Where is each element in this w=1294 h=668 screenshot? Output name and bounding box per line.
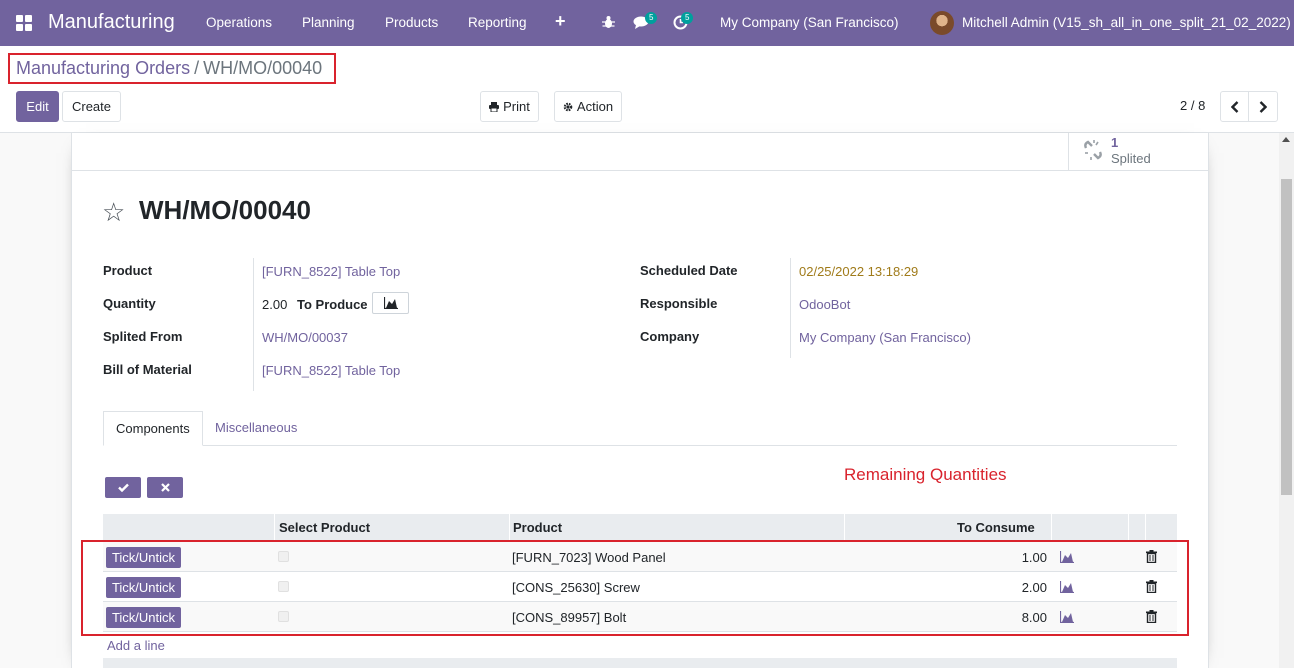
bom-label: Bill of Material	[103, 362, 192, 377]
activities-badge: 5	[681, 12, 694, 24]
header-separator	[1145, 514, 1146, 541]
company-label: Company	[640, 329, 700, 344]
splited-from-label: Splited From	[103, 329, 183, 344]
priority-star-icon[interactable]: ☆	[102, 197, 125, 228]
gear-icon	[563, 102, 573, 111]
product-label: Product	[103, 263, 153, 278]
scrollbar-thumb[interactable]	[1281, 179, 1292, 495]
header-separator	[1128, 514, 1129, 541]
menu-reporting[interactable]: Reporting	[468, 15, 527, 30]
pager-value[interactable]: 2 / 8	[1180, 98, 1205, 113]
splited-label: Splited	[1111, 151, 1151, 166]
remaining-quantities-annotation: Remaining Quantities	[844, 465, 1007, 484]
header-separator	[844, 514, 845, 541]
control-panel: Manufacturing Orders / WH/MO/00040 Edit …	[0, 46, 1294, 133]
splited-smart-button[interactable]: 1 Splited	[1068, 133, 1208, 171]
left-field-divider	[253, 258, 254, 391]
page-scrollbar[interactable]	[1279, 133, 1294, 668]
plus-icon[interactable]: +	[555, 11, 566, 32]
action-button[interactable]: Action	[554, 91, 622, 122]
record-title: WH/MO/00040	[139, 195, 311, 225]
splited-from-value[interactable]: WH/MO/00037	[262, 330, 348, 345]
button-box: 1 Splited	[72, 133, 1208, 171]
close-icon	[160, 483, 170, 492]
user-menu[interactable]: Mitchell Admin (V15_sh_all_in_one_split_…	[962, 15, 1291, 30]
menu-planning[interactable]: Planning	[302, 15, 355, 30]
product-value[interactable]: [FURN_8522] Table Top	[262, 264, 400, 279]
tab-components[interactable]: Components	[103, 411, 203, 446]
scroll-up-arrow-icon[interactable]	[1282, 137, 1290, 142]
bug-icon[interactable]	[602, 15, 615, 29]
company-switcher[interactable]: My Company (San Francisco)	[720, 15, 899, 30]
check-icon	[117, 483, 129, 492]
table-footer	[103, 658, 1177, 668]
pager-previous-button[interactable]	[1220, 91, 1249, 122]
print-label: Print	[503, 99, 530, 114]
bom-value[interactable]: [FURN_8522] Table Top	[262, 363, 400, 378]
scheduled-date-value: 02/25/2022 13:18:29	[799, 264, 919, 279]
action-label: Action	[576, 99, 614, 114]
chevron-left-icon	[1230, 100, 1238, 113]
form-sheet: 1 Splited ☆ WH/MO/00040 Product [FURN_85…	[71, 133, 1209, 668]
header-product[interactable]: Product	[509, 514, 562, 541]
chevron-right-icon	[1259, 100, 1267, 113]
apps-grid-icon[interactable]	[16, 15, 32, 31]
to-produce-label: To Produce	[297, 297, 368, 312]
tick-all-button[interactable]	[105, 477, 141, 498]
user-avatar[interactable]	[930, 11, 954, 35]
add-line-link[interactable]: Add a line	[107, 638, 165, 653]
tab-miscellaneous[interactable]: Miscellaneous	[203, 411, 309, 446]
company-value[interactable]: My Company (San Francisco)	[799, 330, 971, 345]
header-select-product[interactable]: Select Product	[275, 514, 370, 541]
scheduled-date-label: Scheduled Date	[640, 263, 738, 278]
menu-operations[interactable]: Operations	[206, 15, 272, 30]
header-to-consume[interactable]: To Consume	[953, 514, 1035, 541]
responsible-value[interactable]: OdooBot	[799, 297, 850, 312]
forecast-graph-button[interactable]	[372, 292, 409, 314]
breadcrumb: Manufacturing Orders / WH/MO/00040	[8, 53, 336, 84]
printer-icon	[489, 101, 500, 112]
menu-products[interactable]: Products	[385, 15, 438, 30]
create-button[interactable]: Create	[62, 91, 121, 122]
breadcrumb-current: WH/MO/00040	[203, 58, 323, 78]
print-button[interactable]: Print	[480, 91, 539, 122]
splited-count: 1	[1111, 135, 1119, 150]
edit-button[interactable]: Edit	[16, 91, 59, 122]
breadcrumb-parent[interactable]: Manufacturing Orders	[16, 58, 190, 79]
right-field-divider	[790, 258, 791, 358]
components-table-header: Select Product Product To Consume	[103, 514, 1177, 541]
quantity-value: 2.00	[262, 297, 288, 312]
pager-next-button[interactable]	[1248, 91, 1278, 122]
area-chart-icon	[384, 297, 398, 309]
broken-link-icon	[1084, 140, 1102, 160]
breadcrumb-separator: /	[194, 58, 200, 78]
rows-highlight-box	[81, 540, 1189, 636]
messages-badge: 5	[645, 12, 658, 24]
top-navbar: Manufacturing Operations Planning Produc…	[0, 0, 1294, 46]
notebook-tabs: Components Miscellaneous	[103, 411, 1177, 446]
header-separator	[1051, 514, 1052, 541]
quantity-label: Quantity	[103, 296, 156, 311]
responsible-label: Responsible	[640, 296, 718, 311]
untick-all-button[interactable]	[147, 477, 183, 498]
app-brand[interactable]: Manufacturing	[48, 11, 175, 34]
